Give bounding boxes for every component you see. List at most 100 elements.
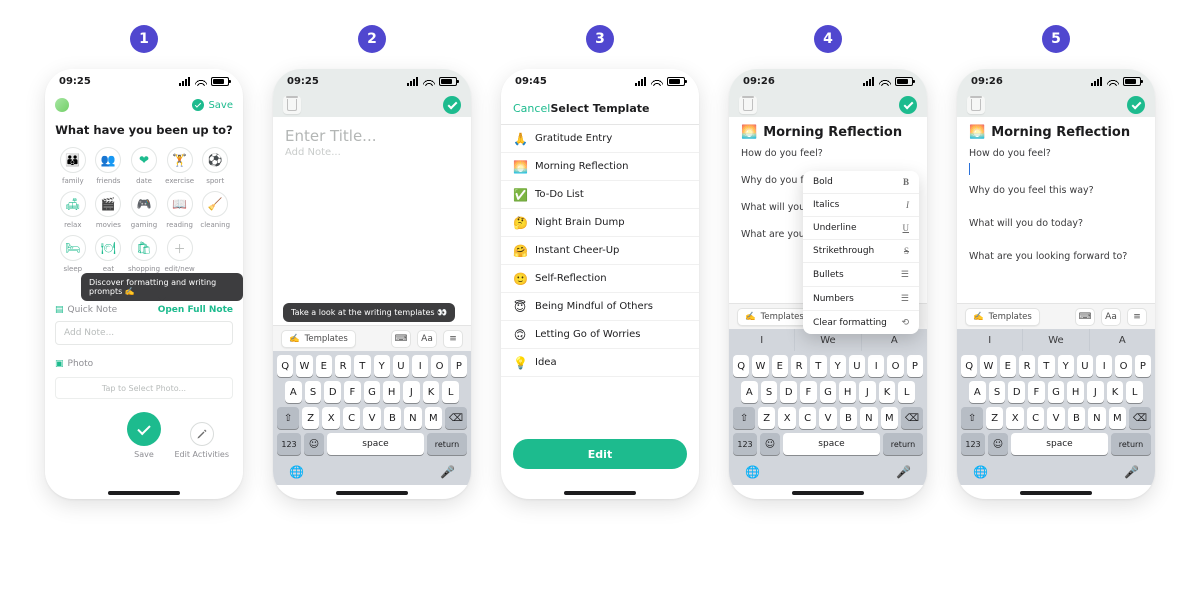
- activity-relax[interactable]: 🛋relax: [55, 191, 91, 229]
- fmt-underline[interactable]: UnderlineU: [803, 217, 919, 240]
- home-indicator: [108, 491, 180, 495]
- photo-label: ▣Photo: [55, 359, 93, 369]
- mic-icon[interactable]: 🎤: [440, 465, 455, 479]
- edit-activities-button[interactable]: Edit Activities: [174, 422, 229, 459]
- key-space[interactable]: space: [327, 433, 424, 455]
- activity-family[interactable]: 👪family: [55, 147, 91, 185]
- trash-button[interactable]: [967, 96, 985, 114]
- avatar[interactable]: [55, 98, 69, 112]
- list-item[interactable]: 😇Being Mindful of Others: [501, 293, 699, 321]
- done-button[interactable]: [443, 96, 461, 114]
- globe-icon[interactable]: 🌐: [973, 465, 988, 479]
- activity-gaming[interactable]: 🎮gaming: [126, 191, 162, 229]
- list-item[interactable]: 🌅Morning Reflection: [501, 153, 699, 181]
- globe-icon[interactable]: 🌐: [745, 465, 760, 479]
- key-shift[interactable]: ⇧: [277, 407, 299, 429]
- suggest-2[interactable]: We: [1023, 329, 1089, 351]
- text-cursor: [969, 163, 970, 175]
- prompt-line[interactable]: Why do you feel this way?: [957, 181, 1155, 200]
- screen-5-phone: 09:26 🌅Morning Reflection How do you fee…: [957, 69, 1155, 499]
- activity-sleep[interactable]: 🛏sleep: [55, 235, 91, 273]
- list-item[interactable]: 🙏Gratitude Entry: [501, 125, 699, 153]
- keyboard[interactable]: QWERTYUIOP ASDFGHJKL ⇧ZXCVBNM⌫ 123☺space…: [729, 351, 927, 485]
- suggest-1[interactable]: I: [957, 329, 1023, 351]
- fmt-numbers[interactable]: Numbers☰: [803, 287, 919, 311]
- step-badge-4: 4: [814, 25, 842, 53]
- prompt-line[interactable]: What will you do today?: [957, 214, 1155, 233]
- templates-button[interactable]: ✍️Templates: [737, 308, 812, 326]
- hide-keyboard-button[interactable]: ⌨: [1075, 308, 1095, 326]
- list-item[interactable]: 🙃Letting Go of Worries: [501, 321, 699, 349]
- list-button[interactable]: ≡: [1127, 308, 1147, 326]
- fmt-bold[interactable]: BoldB: [803, 171, 919, 194]
- globe-icon[interactable]: 🌐: [289, 465, 304, 479]
- cancel-button[interactable]: Cancel: [513, 102, 550, 115]
- activity-movies[interactable]: 🎬movies: [91, 191, 127, 229]
- activity-add[interactable]: ＋edit/new: [162, 235, 198, 273]
- prompt-line[interactable]: How do you feel?: [729, 144, 927, 163]
- edit-button[interactable]: Edit: [513, 439, 687, 469]
- key-emoji[interactable]: ☺: [304, 433, 324, 455]
- note-title[interactable]: Morning Reflection: [991, 125, 1130, 140]
- mic-icon[interactable]: 🎤: [1124, 465, 1139, 479]
- list-item[interactable]: 🙂Self-Reflection: [501, 265, 699, 293]
- keyboard-icon: ⌨: [395, 334, 408, 344]
- list-item[interactable]: ✅To-Do List: [501, 181, 699, 209]
- key-q[interactable]: Q: [277, 355, 293, 377]
- prompt-line[interactable]: How do you feel?: [957, 144, 1155, 163]
- status-right: [179, 77, 229, 86]
- quick-note-label: ▤Quick Note: [55, 305, 117, 315]
- key-backspace[interactable]: ⌫: [445, 407, 467, 429]
- open-full-note[interactable]: Open Full Note: [158, 305, 233, 315]
- activity-exercise[interactable]: 🏋exercise: [162, 147, 198, 185]
- format-button[interactable]: Aa: [417, 330, 437, 348]
- trash-icon: [287, 99, 297, 111]
- prompt-line[interactable]: What are you looking forward to?: [957, 247, 1155, 266]
- activity-shopping[interactable]: 🛍shopping: [126, 235, 162, 273]
- keyboard[interactable]: QWERTYUIOP ASDFGHJKL ⇧ZXCVBNM⌫ 123☺space…: [273, 351, 471, 485]
- templates-button[interactable]: ✍️Templates: [281, 330, 356, 348]
- activity-sport[interactable]: ⚽sport: [197, 147, 233, 185]
- activity-reading[interactable]: 📖reading: [162, 191, 198, 229]
- trash-button[interactable]: [283, 96, 301, 114]
- format-button[interactable]: Aa: [1101, 308, 1121, 326]
- note-body-input[interactable]: Add Note...: [273, 147, 471, 158]
- note-title-emoji: 🌅: [741, 125, 757, 140]
- fmt-italics[interactable]: ItalicsI: [803, 194, 919, 217]
- suggest-3[interactable]: A: [1090, 329, 1155, 351]
- status-time: 09:45: [515, 76, 547, 87]
- suggest-1[interactable]: I: [729, 329, 795, 351]
- add-note-input[interactable]: Add Note...: [55, 321, 233, 345]
- activity-friends[interactable]: 👥friends: [91, 147, 127, 185]
- fmt-clear[interactable]: Clear formatting⟲: [803, 311, 919, 334]
- key-123[interactable]: 123: [277, 433, 301, 455]
- screen-2-phone: 09:25 Enter Title... Add Note... Take a …: [273, 69, 471, 499]
- key-return[interactable]: return: [427, 433, 467, 455]
- modal-title: Select Template: [551, 102, 650, 115]
- save-link[interactable]: Save: [192, 99, 233, 111]
- list-item[interactable]: 🤔Night Brain Dump: [501, 209, 699, 237]
- list-button[interactable]: ≡: [443, 330, 463, 348]
- templates-button[interactable]: ✍️Templates: [965, 308, 1040, 326]
- list-item[interactable]: 💡Idea: [501, 349, 699, 377]
- note-title[interactable]: Morning Reflection: [763, 125, 902, 140]
- step-badge-1: 1: [130, 25, 158, 53]
- activity-cleaning[interactable]: 🧹cleaning: [197, 191, 233, 229]
- trash-button[interactable]: [739, 96, 757, 114]
- activity-eat[interactable]: 🍽eat: [91, 235, 127, 273]
- list-item[interactable]: 🤗Instant Cheer-Up: [501, 237, 699, 265]
- step-badge-3: 3: [586, 25, 614, 53]
- fmt-strike[interactable]: StrikethroughS: [803, 240, 919, 263]
- note-title-input[interactable]: Enter Title...: [273, 117, 471, 147]
- note-title-emoji: 🌅: [969, 125, 985, 140]
- fmt-bullets[interactable]: Bullets☰: [803, 263, 919, 287]
- hide-keyboard-button[interactable]: ⌨: [391, 330, 411, 348]
- mic-icon[interactable]: 🎤: [896, 465, 911, 479]
- keyboard[interactable]: QWERTYUIOP ASDFGHJKL ⇧ZXCVBNM⌫ 123☺space…: [957, 351, 1155, 485]
- done-button[interactable]: [1127, 96, 1145, 114]
- activity-date[interactable]: ❤date: [126, 147, 162, 185]
- save-button[interactable]: 👉 Save: [127, 412, 161, 459]
- photo-picker[interactable]: Tap to Select Photo...: [55, 377, 233, 399]
- page-heading: What have you been up to?: [45, 123, 243, 137]
- done-button[interactable]: [899, 96, 917, 114]
